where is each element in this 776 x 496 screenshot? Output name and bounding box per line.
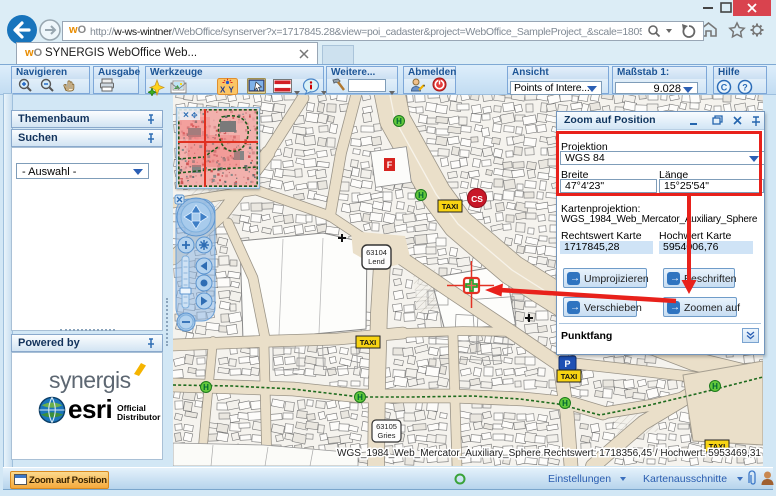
- svg-text:?: ?: [742, 83, 748, 93]
- svg-text:Lend: Lend: [368, 257, 385, 266]
- svg-text:H: H: [357, 393, 363, 402]
- svg-text:H: H: [203, 383, 209, 392]
- svg-text:WGS_1984_Web_Mercator_Auxiliar: WGS_1984_Web_Mercator_Auxiliary_Sphere R…: [337, 448, 761, 459]
- svg-text:H: H: [418, 191, 424, 200]
- svg-text:✥: ✥: [191, 111, 198, 120]
- svg-text:Y: Y: [229, 86, 235, 95]
- svg-text:H: H: [396, 117, 402, 126]
- svg-text:X: X: [220, 86, 226, 95]
- svg-text:H: H: [712, 382, 718, 391]
- svg-text:P: P: [564, 359, 570, 369]
- svg-text:TAXI: TAXI: [442, 202, 459, 211]
- svg-text:C: C: [721, 83, 728, 93]
- svg-text:F: F: [387, 160, 393, 170]
- svg-text:TAXI: TAXI: [360, 338, 377, 347]
- svg-text:×: ×: [183, 110, 189, 121]
- svg-text:Gries: Gries: [378, 431, 396, 440]
- svg-text:TAXI: TAXI: [561, 372, 578, 381]
- svg-text:CS: CS: [471, 194, 483, 204]
- svg-text:H: H: [562, 399, 568, 408]
- svg-text:63104: 63104: [366, 248, 387, 257]
- svg-text:63105: 63105: [376, 422, 397, 431]
